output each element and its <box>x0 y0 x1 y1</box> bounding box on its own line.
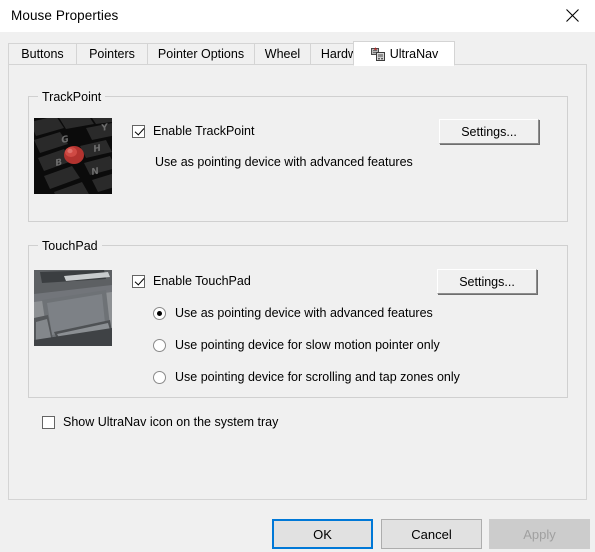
tab-label: Buttons <box>21 47 64 61</box>
checkbox-box <box>42 415 55 429</box>
touchpad-option-scroll-tap[interactable]: Use pointing device for scrolling and ta… <box>153 370 460 384</box>
touchpad-group-title: TouchPad <box>38 239 102 253</box>
trackpoint-settings-button[interactable]: Settings... <box>439 119 539 144</box>
radio-label: Use pointing device for scrolling and ta… <box>175 370 460 384</box>
trackpoint-description: Use as pointing device with advanced fea… <box>155 155 413 169</box>
tab-pointers[interactable]: Pointers <box>76 43 148 65</box>
show-tray-icon-label: Show UltraNav icon on the system tray <box>63 415 279 429</box>
ultranav-device-icon <box>370 46 386 62</box>
button-label: OK <box>313 526 332 542</box>
radio-label: Use pointing device for slow motion poin… <box>175 338 440 352</box>
ultranav-tab-panel: TrackPoint G H B N Y Enable TrackPoint U… <box>8 64 587 500</box>
cancel-button[interactable]: Cancel <box>381 519 482 549</box>
button-label: Apply <box>523 526 556 542</box>
apply-button: Apply <box>489 519 590 549</box>
tab-label: Wheel <box>264 47 301 61</box>
touchpad-option-slow-motion[interactable]: Use pointing device for slow motion poin… <box>153 338 440 352</box>
tab-label: Pointers <box>89 47 135 61</box>
title-bar: Mouse Properties <box>0 0 595 33</box>
button-label: Settings... <box>461 124 517 139</box>
checkbox-box <box>132 274 145 288</box>
tab-strip: Buttons Pointers Pointer Options Wheel H… <box>8 41 587 66</box>
trackpoint-group-title: TrackPoint <box>38 90 106 104</box>
window-title: Mouse Properties <box>11 8 119 23</box>
trackpoint-image: G H B N Y <box>34 118 112 194</box>
radio-dot <box>153 306 166 320</box>
radio-dot <box>153 338 166 352</box>
enable-touchpad-checkbox[interactable]: Enable TouchPad <box>132 274 251 288</box>
touchpad-settings-button[interactable]: Settings... <box>437 269 537 294</box>
enable-trackpoint-label: Enable TrackPoint <box>153 124 255 138</box>
ok-button[interactable]: OK <box>272 519 373 549</box>
tab-ultranav[interactable]: UltraNav <box>353 41 455 66</box>
button-label: Settings... <box>459 274 515 289</box>
enable-touchpad-label: Enable TouchPad <box>153 274 251 288</box>
radio-dot <box>153 370 166 384</box>
tab-label: UltraNav <box>389 46 439 61</box>
close-icon[interactable] <box>549 0 595 31</box>
show-ultranav-tray-icon-checkbox[interactable]: Show UltraNav icon on the system tray <box>42 415 278 429</box>
enable-trackpoint-checkbox[interactable]: Enable TrackPoint <box>132 124 254 138</box>
button-label: Cancel <box>411 526 452 542</box>
tab-label: Pointer Options <box>157 47 245 61</box>
checkbox-box <box>132 124 145 138</box>
tab-buttons[interactable]: Buttons <box>8 43 77 65</box>
radio-label: Use as pointing device with advanced fea… <box>175 306 433 320</box>
touchpad-image <box>34 270 112 346</box>
tab-wheel[interactable]: Wheel <box>254 43 311 65</box>
tab-pointer-options[interactable]: Pointer Options <box>147 43 255 65</box>
touchpad-option-advanced[interactable]: Use as pointing device with advanced fea… <box>153 306 433 320</box>
